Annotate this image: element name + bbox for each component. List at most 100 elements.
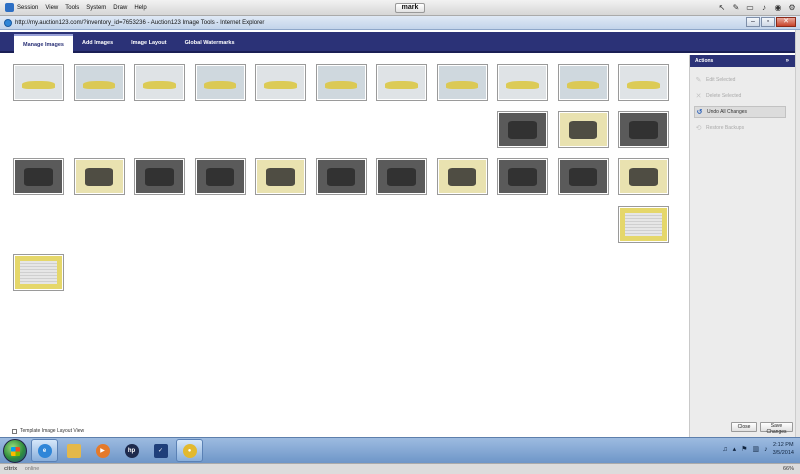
taskbar: e ▶ hp ✓ ● ♫ ▴ ⚑ ▥ ♪ 2:12 PM 3/5/2014 xyxy=(0,437,800,463)
image-thumbnail[interactable] xyxy=(618,206,669,243)
image-thumbnail[interactable] xyxy=(376,64,427,101)
citrix-brand: citrix xyxy=(4,466,18,472)
thumbnail-image xyxy=(15,256,62,289)
image-thumbnail[interactable] xyxy=(134,64,185,101)
delete-selected-button[interactable]: ✕ Delete Selected xyxy=(694,90,786,102)
restore-backups-label: Restore Backups xyxy=(706,125,745,131)
template-layout-checkbox[interactable] xyxy=(12,428,17,434)
thumbnail-image xyxy=(559,113,607,146)
template-layout-label: Template Image Layout View xyxy=(20,428,85,434)
image-grid xyxy=(0,55,688,437)
thumbnail-image xyxy=(136,160,183,193)
ie-icon xyxy=(4,18,12,27)
media-player-icon: ▶ xyxy=(95,443,110,458)
edit-selected-label: Edit Selected xyxy=(706,77,736,83)
image-thumbnail[interactable] xyxy=(315,158,367,195)
tab-manage-images[interactable]: Manage Images xyxy=(14,34,73,53)
image-thumbnail[interactable] xyxy=(497,111,548,148)
image-thumbnail[interactable] xyxy=(194,64,246,101)
clock-time: 2:12 PM xyxy=(773,442,794,448)
taskbar-task[interactable]: ✓ xyxy=(147,439,174,462)
task-check-icon: ✓ xyxy=(153,443,168,458)
image-thumbnail[interactable] xyxy=(73,158,125,195)
collapse-arrow-icon[interactable]: » xyxy=(786,55,789,67)
minimize-button[interactable]: – xyxy=(746,17,760,27)
hp-icon: hp xyxy=(124,443,139,458)
edit-icon: ✎ xyxy=(695,76,702,84)
vertical-scrollbar[interactable] xyxy=(795,30,800,437)
image-thumbnail[interactable] xyxy=(618,64,669,101)
image-thumbnail[interactable] xyxy=(497,158,548,195)
image-thumbnail[interactable] xyxy=(497,64,548,101)
settings-icon[interactable]: ⚙ xyxy=(787,2,797,13)
close-button[interactable]: Close xyxy=(731,422,757,432)
taskbar-ie[interactable]: e xyxy=(31,439,58,462)
session-toolbar: Session View Tools System Draw Help mark… xyxy=(0,0,800,16)
taskbar-media-player[interactable]: ▶ xyxy=(89,439,116,462)
zoom-level: 66% xyxy=(782,466,794,472)
taskbar-hp[interactable]: hp xyxy=(118,439,145,462)
camera-icon[interactable]: ◉ xyxy=(773,2,783,13)
clock[interactable]: 2:12 PM 3/5/2014 xyxy=(773,441,794,457)
maximize-button[interactable]: ▫ xyxy=(761,17,775,27)
tab-global-watermarks[interactable]: Global Watermarks xyxy=(176,34,244,53)
pointer-icon[interactable]: ↖ xyxy=(717,2,727,13)
monitor-icon[interactable]: ▭ xyxy=(745,2,755,13)
undo-all-changes-label: Undo All Changes xyxy=(707,109,748,115)
menu-tools[interactable]: Tools xyxy=(65,5,86,11)
network-icon[interactable]: ▥ xyxy=(752,445,759,453)
tray-app-icon[interactable]: ♫ xyxy=(722,446,727,453)
image-thumbnail[interactable] xyxy=(557,64,609,101)
image-thumbnail[interactable] xyxy=(13,64,64,101)
show-hidden-icons-icon[interactable]: ▴ xyxy=(733,445,737,453)
thumbnail-image xyxy=(499,160,546,193)
taskbar-explorer[interactable] xyxy=(60,439,87,462)
template-layout-checkbox-row[interactable]: Template Image Layout View xyxy=(12,428,84,434)
pen-icon[interactable]: ✎ xyxy=(731,2,741,13)
thumbnail-image xyxy=(196,66,244,99)
image-thumbnail[interactable] xyxy=(194,158,246,195)
restore-backups-button[interactable]: ⟲ Restore Backups xyxy=(694,122,786,134)
actions-header: Actions » xyxy=(690,55,795,67)
image-thumbnail[interactable] xyxy=(557,158,609,195)
image-thumbnail[interactable] xyxy=(376,158,427,195)
taskbar-apps: e ▶ hp ✓ ● xyxy=(31,439,203,462)
image-thumbnail[interactable] xyxy=(13,254,64,291)
image-thumbnail[interactable] xyxy=(618,111,669,148)
thumbnail-image xyxy=(378,66,425,99)
system-tray: ♫ ▴ ⚑ ▥ ♪ 2:12 PM 3/5/2014 xyxy=(722,441,794,457)
image-thumbnail[interactable] xyxy=(134,158,185,195)
image-thumbnail[interactable] xyxy=(73,64,125,101)
thumbnail-image xyxy=(257,160,304,193)
image-thumbnail[interactable] xyxy=(255,64,306,101)
taskbar-auction-app[interactable]: ● xyxy=(176,439,203,462)
menu-system[interactable]: System xyxy=(86,5,113,11)
flag-icon[interactable]: ⚑ xyxy=(741,445,747,453)
undo-all-changes-button[interactable]: ↺ Undo All Changes xyxy=(694,106,786,118)
close-window-button[interactable]: ✕ xyxy=(776,17,796,27)
volume-icon[interactable]: ♪ xyxy=(759,2,769,13)
actions-title: Actions xyxy=(695,58,714,64)
tab-add-images[interactable]: Add Images xyxy=(73,34,122,53)
image-thumbnail[interactable] xyxy=(13,158,64,195)
speaker-icon[interactable]: ♪ xyxy=(764,446,768,453)
menu-view[interactable]: View xyxy=(45,5,65,11)
image-thumbnail[interactable] xyxy=(436,64,488,101)
image-thumbnail[interactable] xyxy=(315,64,367,101)
edit-selected-button[interactable]: ✎ Edit Selected xyxy=(694,74,786,86)
window-controls: – ▫ ✕ xyxy=(746,17,796,27)
image-thumbnail[interactable] xyxy=(618,158,669,195)
image-thumbnail[interactable] xyxy=(557,111,609,148)
image-thumbnail[interactable] xyxy=(436,158,488,195)
thumbnail-image xyxy=(620,208,667,241)
image-thumbnail[interactable] xyxy=(255,158,306,195)
app-nav: Manage Images Add Images Image Layout Gl… xyxy=(0,30,800,55)
menu-session[interactable]: Session xyxy=(17,5,45,11)
tab-image-layout[interactable]: Image Layout xyxy=(122,34,175,53)
thumbnail-image xyxy=(257,66,304,99)
menu-draw[interactable]: Draw xyxy=(113,5,134,11)
start-button[interactable] xyxy=(3,439,27,463)
menu-help[interactable]: Help xyxy=(134,5,153,11)
save-changes-button[interactable]: Save Changes xyxy=(760,422,793,435)
thumbnail-image xyxy=(499,66,546,99)
